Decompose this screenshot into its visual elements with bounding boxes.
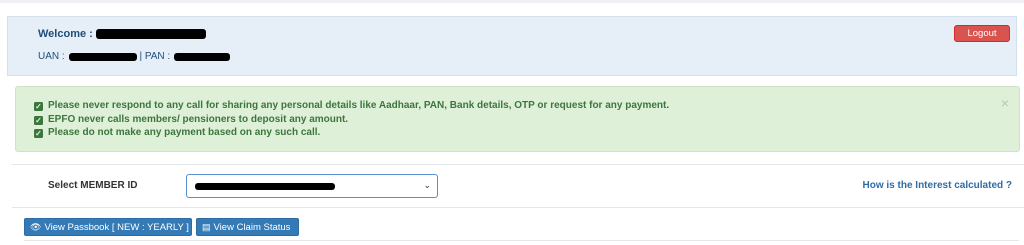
member-id-label: Select MEMBER ID xyxy=(48,180,138,191)
pan-label: | PAN : xyxy=(139,51,171,62)
welcome-panel: Welcome : UAN : | PAN : Logout xyxy=(7,16,1017,76)
view-claim-status-button[interactable]: ▤ View Claim Status xyxy=(196,218,299,236)
check-square-icon: ✓ xyxy=(34,129,43,138)
alert-item: ✓ EPFO never calls members/ pensioners to… xyxy=(34,113,669,127)
check-square-icon: ✓ xyxy=(34,102,43,111)
redacted-member-name xyxy=(95,29,206,40)
alert-item: ✓ Please never respond to any call for sh… xyxy=(34,99,669,113)
view-passbook-button[interactable]: 👁 View Passbook [ NEW : YEARLY ] xyxy=(24,218,192,236)
logout-button[interactable]: Logout xyxy=(954,25,1010,42)
alert-text: Please never respond to any call for sha… xyxy=(48,100,670,111)
check-square-icon: ✓ xyxy=(34,115,43,125)
redacted-uan xyxy=(68,52,137,61)
redacted-pan xyxy=(174,52,231,61)
security-alert: ✓ Please never respond to any call for sh… xyxy=(15,86,1020,152)
ids-line: UAN : | PAN : xyxy=(38,51,231,62)
view-passbook-label: View Passbook [ NEW : YEARLY ] xyxy=(44,222,189,233)
welcome-line: Welcome : xyxy=(38,28,206,40)
eye-icon: 👁 xyxy=(30,222,42,232)
interest-calculation-link[interactable]: How is the Interest calculated ? xyxy=(863,180,1012,191)
chevron-down-icon: ⌄ xyxy=(423,180,431,190)
alert-list: ✓ Please never respond to any call for sh… xyxy=(34,99,669,140)
divider xyxy=(24,240,1019,241)
member-select-row: Select MEMBER ID ⌄ How is the Interest c… xyxy=(12,164,1024,208)
view-claim-status-label: View Claim Status xyxy=(213,222,291,233)
close-icon[interactable]: × xyxy=(1001,96,1009,110)
alert-text: EPFO never calls members/ pensioners to … xyxy=(48,113,349,125)
uan-label: UAN : xyxy=(38,51,65,62)
alert-text: Please do not make any payment based on … xyxy=(48,127,321,138)
member-id-select[interactable]: ⌄ xyxy=(186,174,438,198)
alert-item: ✓ Please do not make any payment based on… xyxy=(34,126,669,140)
top-strip xyxy=(0,0,1024,3)
welcome-label: Welcome : xyxy=(38,28,93,41)
card-icon: ▤ xyxy=(202,222,211,232)
redacted-member-id xyxy=(195,183,335,190)
